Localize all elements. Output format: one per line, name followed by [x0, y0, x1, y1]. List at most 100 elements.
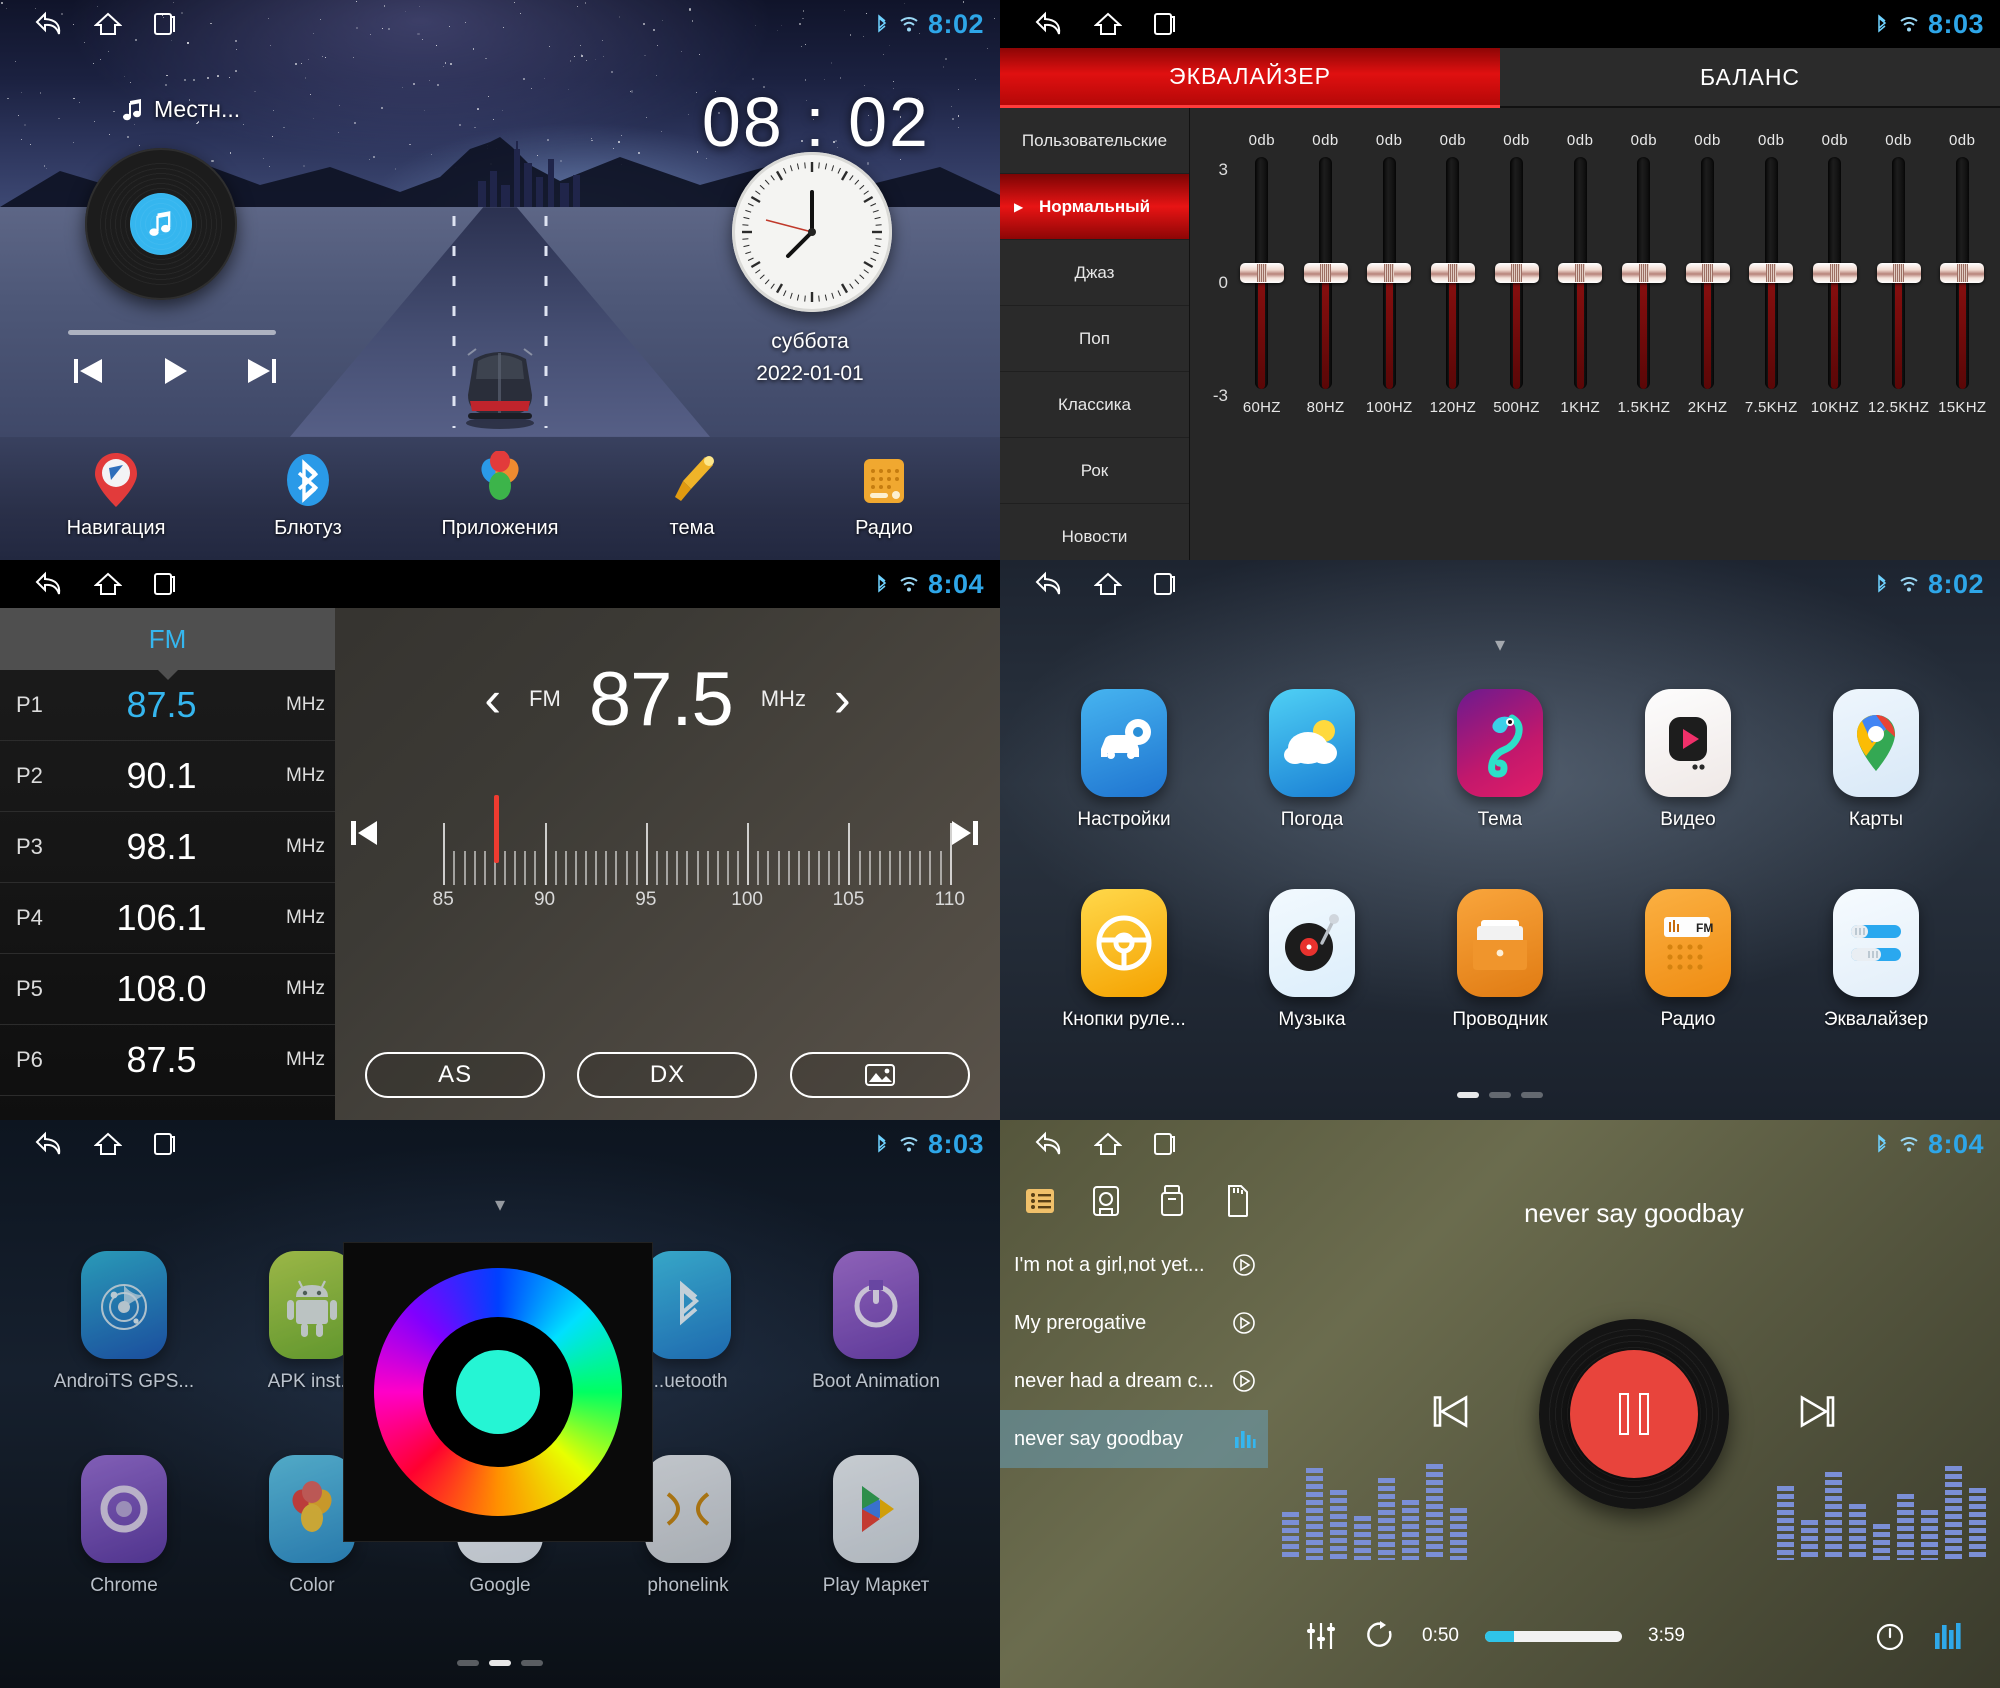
- pull-down-chevron-icon[interactable]: ▾: [495, 1192, 505, 1217]
- dock-item-radio[interactable]: Радио: [809, 451, 959, 540]
- disk-icon[interactable]: [1088, 1182, 1124, 1220]
- app-video[interactable]: Видео: [1603, 689, 1773, 831]
- home-icon[interactable]: [1094, 11, 1122, 37]
- eq-slider-track[interactable]: [1956, 157, 1969, 389]
- fm-preset-row[interactable]: P2 90.1 MHz: [0, 741, 335, 812]
- page-dot[interactable]: [1457, 1092, 1479, 1098]
- track-list-item[interactable]: My prerogative: [1000, 1294, 1268, 1352]
- auto-store-button[interactable]: AS: [365, 1052, 545, 1098]
- eq-slider-track[interactable]: [1319, 157, 1332, 389]
- dock-item-navigation[interactable]: Навигация: [41, 451, 191, 540]
- eq-channel[interactable]: 0db 1KHZ: [1548, 108, 1612, 416]
- fm-tuning-scale[interactable]: 85 90 95 100 105 110: [365, 783, 980, 923]
- eq-slider-track[interactable]: [1828, 157, 1841, 389]
- progress-bar[interactable]: [1485, 1631, 1622, 1642]
- fm-preset-row[interactable]: P4 106.1 MHz: [0, 883, 335, 954]
- playlist-icon[interactable]: [1022, 1182, 1058, 1220]
- preset-custom[interactable]: Пользовательские: [1000, 108, 1189, 174]
- next-track-icon[interactable]: [244, 355, 280, 387]
- eq-slider-knob[interactable]: [1622, 263, 1666, 283]
- app-boot-animation[interactable]: Boot Animation: [791, 1251, 961, 1393]
- tune-up-icon[interactable]: ›: [834, 674, 851, 724]
- pull-down-chevron-icon[interactable]: ▾: [1495, 632, 1505, 657]
- app-weather[interactable]: Погода: [1227, 689, 1397, 831]
- eq-slider-knob[interactable]: [1558, 263, 1602, 283]
- next-track-button[interactable]: [1796, 1390, 1840, 1439]
- eq-slider-knob[interactable]: [1431, 263, 1475, 283]
- eq-slider-knob[interactable]: [1495, 263, 1539, 283]
- app-equalizer[interactable]: Эквалайзер: [1791, 889, 1961, 1031]
- eq-channel[interactable]: 0db 15KHZ: [1930, 108, 1994, 416]
- vinyl-widget[interactable]: [85, 148, 237, 300]
- eq-slider-track[interactable]: [1446, 157, 1459, 389]
- tab-balance[interactable]: БАЛАНС: [1500, 48, 2000, 108]
- home-icon[interactable]: [94, 571, 122, 597]
- eq-slider-track[interactable]: [1701, 157, 1714, 389]
- play-track-icon[interactable]: [1232, 1311, 1256, 1335]
- eq-slider-track[interactable]: [1892, 157, 1905, 389]
- sdcard-icon[interactable]: [1220, 1182, 1256, 1220]
- eq-channel[interactable]: 0db 60HZ: [1230, 108, 1294, 416]
- eq-slider-knob[interactable]: [1367, 263, 1411, 283]
- dx-local-button[interactable]: DX: [577, 1052, 757, 1098]
- eq-slider-knob[interactable]: [1304, 263, 1348, 283]
- color-wheel-selected-swatch[interactable]: [456, 1350, 540, 1434]
- previous-track-button[interactable]: [1428, 1390, 1472, 1439]
- home-music-progress[interactable]: [68, 330, 276, 335]
- page-dot[interactable]: [489, 1660, 511, 1666]
- page-dot[interactable]: [521, 1660, 543, 1666]
- eq-channel[interactable]: 0db 10KHZ: [1803, 108, 1867, 416]
- fm-seek-prev-button[interactable]: [347, 816, 381, 850]
- eq-channel[interactable]: 0db 500HZ: [1485, 108, 1549, 416]
- recent-apps-icon[interactable]: [1152, 1131, 1176, 1157]
- back-icon[interactable]: [34, 571, 64, 597]
- eq-slider-knob[interactable]: [1686, 263, 1730, 283]
- dock-item-theme[interactable]: тема: [617, 451, 767, 540]
- dock-item-apps[interactable]: Приложения: [425, 451, 575, 540]
- preset-classic[interactable]: Классика: [1000, 372, 1189, 438]
- play-track-icon[interactable]: [1232, 1253, 1256, 1277]
- eq-slider-track[interactable]: [1383, 157, 1396, 389]
- eq-slider-knob[interactable]: [1877, 263, 1921, 283]
- eq-channel[interactable]: 0db 7.5KHZ: [1739, 108, 1803, 416]
- app-music[interactable]: Музыка: [1227, 889, 1397, 1031]
- recent-apps-icon[interactable]: [1152, 11, 1176, 37]
- eq-channel[interactable]: 0db 100HZ: [1357, 108, 1421, 416]
- fm-preset-row[interactable]: P3 98.1 MHz: [0, 812, 335, 883]
- eq-slider-track[interactable]: [1765, 157, 1778, 389]
- dock-item-bluetooth[interactable]: Блютуз: [233, 451, 383, 540]
- recent-apps-icon[interactable]: [1152, 571, 1176, 597]
- eq-slider-track[interactable]: [1510, 157, 1523, 389]
- home-icon[interactable]: [94, 1131, 122, 1157]
- play-icon[interactable]: [159, 355, 191, 387]
- app-steering-buttons[interactable]: Кнопки руле...: [1039, 889, 1209, 1031]
- play-track-icon[interactable]: [1232, 1369, 1256, 1393]
- back-icon[interactable]: [34, 1131, 64, 1157]
- app-theme[interactable]: Тема: [1415, 689, 1585, 831]
- usb-icon[interactable]: [1154, 1182, 1190, 1220]
- app-file-explorer[interactable]: Проводник: [1415, 889, 1585, 1031]
- home-icon[interactable]: [1094, 1131, 1122, 1157]
- back-icon[interactable]: [1034, 1131, 1064, 1157]
- preset-pop[interactable]: Поп: [1000, 306, 1189, 372]
- app-chrome[interactable]: Chrome: [39, 1455, 209, 1597]
- eq-slider-knob[interactable]: [1813, 263, 1857, 283]
- back-icon[interactable]: [34, 11, 64, 37]
- page-dot[interactable]: [1521, 1092, 1543, 1098]
- home-icon[interactable]: [1094, 571, 1122, 597]
- recent-apps-icon[interactable]: [152, 11, 176, 37]
- app-maps[interactable]: Карты: [1791, 689, 1961, 831]
- page-dot[interactable]: [1489, 1092, 1511, 1098]
- recent-apps-icon[interactable]: [152, 1131, 176, 1157]
- app-settings[interactable]: Настройки: [1039, 689, 1209, 831]
- back-icon[interactable]: [1034, 571, 1064, 597]
- eq-channel[interactable]: 0db 12.5KHZ: [1867, 108, 1931, 416]
- preset-normal[interactable]: Нормальный: [1000, 174, 1189, 240]
- tune-down-icon[interactable]: ‹: [484, 674, 501, 724]
- preset-news[interactable]: Новости: [1000, 504, 1189, 560]
- timer-icon[interactable]: [1874, 1620, 1906, 1652]
- now-playing-chip[interactable]: Местн...: [122, 96, 240, 123]
- eq-channel[interactable]: 0db 2KHZ: [1676, 108, 1740, 416]
- eq-slider-track[interactable]: [1574, 157, 1587, 389]
- color-wheel-overlay[interactable]: [343, 1242, 653, 1542]
